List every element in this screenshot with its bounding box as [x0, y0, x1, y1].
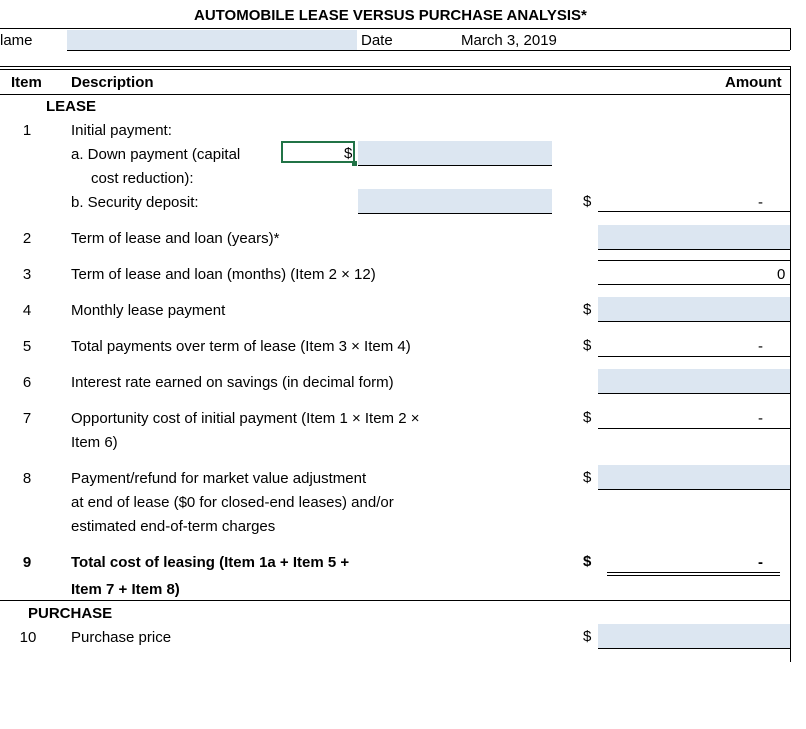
item-10-currency: $ — [583, 628, 592, 645]
item-1b-amount-input[interactable] — [358, 189, 552, 214]
item-9-currency: $ — [583, 553, 592, 570]
header-top-rule-1 — [0, 66, 790, 67]
item-8-amount-input[interactable] — [598, 465, 790, 490]
item-2-amount-input[interactable] — [598, 225, 790, 250]
item-1b-description: b. Security deposit: — [71, 194, 199, 211]
item-8-currency: $ — [583, 469, 592, 486]
item-9-total-rule-2 — [607, 575, 780, 576]
item-4-currency: $ — [583, 301, 592, 318]
fill-handle[interactable] — [352, 161, 357, 166]
name-input[interactable] — [67, 30, 357, 51]
section-lease: LEASE — [46, 98, 97, 115]
item-7-number: 7 — [22, 410, 32, 427]
item-7-description-line2: Item 6) — [71, 434, 118, 451]
item-8-description-line3: estimated end-of-term charges — [71, 518, 276, 535]
title-rule — [0, 28, 790, 29]
item-4-number: 4 — [22, 302, 32, 319]
item-3-amount-rule — [598, 284, 790, 285]
item-5-amount: - — [758, 338, 763, 355]
date-label: Date — [361, 32, 393, 49]
header-bottom-rule — [0, 94, 790, 95]
item-1b-amount: - — [758, 194, 763, 211]
page-title: AUTOMOBILE LEASE VERSUS PURCHASE ANALYSI… — [194, 7, 587, 24]
item-1-description: Initial payment: — [71, 122, 172, 139]
item-9-number: 9 — [22, 554, 32, 571]
item-5-number: 5 — [22, 338, 32, 355]
item-1a-amount-input[interactable] — [358, 141, 552, 166]
item-2-number: 2 — [22, 230, 32, 247]
item-1b-amount-rule — [598, 211, 790, 212]
item-8-description-line1: Payment/refund for market value adjustme… — [71, 470, 367, 487]
item-5-amount-rule — [598, 356, 790, 357]
name-label: lame — [0, 32, 33, 49]
column-amount: Amount — [725, 74, 782, 91]
table-right-border — [790, 66, 791, 662]
name-date-rule — [67, 50, 790, 51]
item-1a-currency: $ — [344, 145, 353, 162]
item-3-amount: 0 — [777, 266, 786, 283]
item-9-description-line1: Total cost of leasing (Item 1a + Item 5 … — [71, 554, 350, 571]
item-7-amount-rule — [598, 428, 790, 429]
item-3-top-rule — [598, 260, 790, 261]
item-7-currency: $ — [583, 409, 592, 426]
item-1a-description-line1: a. Down payment (capital — [71, 146, 241, 163]
item-1-number: 1 — [22, 122, 32, 139]
item-1b-currency: $ — [583, 193, 592, 210]
item-1a-description-line2: cost reduction): — [91, 170, 194, 187]
item-5-currency: $ — [583, 337, 592, 354]
item-5-description: Total payments over term of lease (Item … — [71, 338, 411, 355]
item-9-description-line2: Item 7 + Item 8) — [71, 581, 180, 598]
item-10-description: Purchase price — [71, 629, 172, 646]
section-divider — [0, 600, 790, 601]
item-10-number: 10 — [19, 629, 37, 646]
item-9-total-rule-1 — [607, 572, 780, 573]
item-9-amount: - — [758, 554, 763, 571]
item-7-amount: - — [758, 410, 763, 427]
item-6-amount-input[interactable] — [598, 369, 790, 394]
item-10-amount-input[interactable] — [598, 624, 790, 649]
item-3-number: 3 — [22, 266, 32, 283]
item-6-number: 6 — [22, 374, 32, 391]
item-6-description: Interest rate earned on savings (in deci… — [71, 374, 394, 391]
item-2-description: Term of lease and loan (years)* — [71, 230, 280, 247]
column-description: Description — [71, 74, 154, 91]
item-8-description-line2: at end of lease ($0 for closed-end lease… — [71, 494, 394, 511]
item-4-description: Monthly lease payment — [71, 302, 226, 319]
item-8-number: 8 — [22, 470, 32, 487]
item-7-description-line1: Opportunity cost of initial payment (Ite… — [71, 410, 420, 427]
column-item: Item — [11, 74, 42, 91]
header-top-rule-2 — [0, 69, 790, 70]
item-4-amount-input[interactable] — [598, 297, 790, 322]
date-value[interactable]: March 3, 2019 — [461, 32, 557, 49]
item-3-description: Term of lease and loan (months) (Item 2 … — [71, 266, 376, 283]
header-right-border — [790, 28, 791, 50]
section-purchase: PURCHASE — [28, 605, 113, 622]
